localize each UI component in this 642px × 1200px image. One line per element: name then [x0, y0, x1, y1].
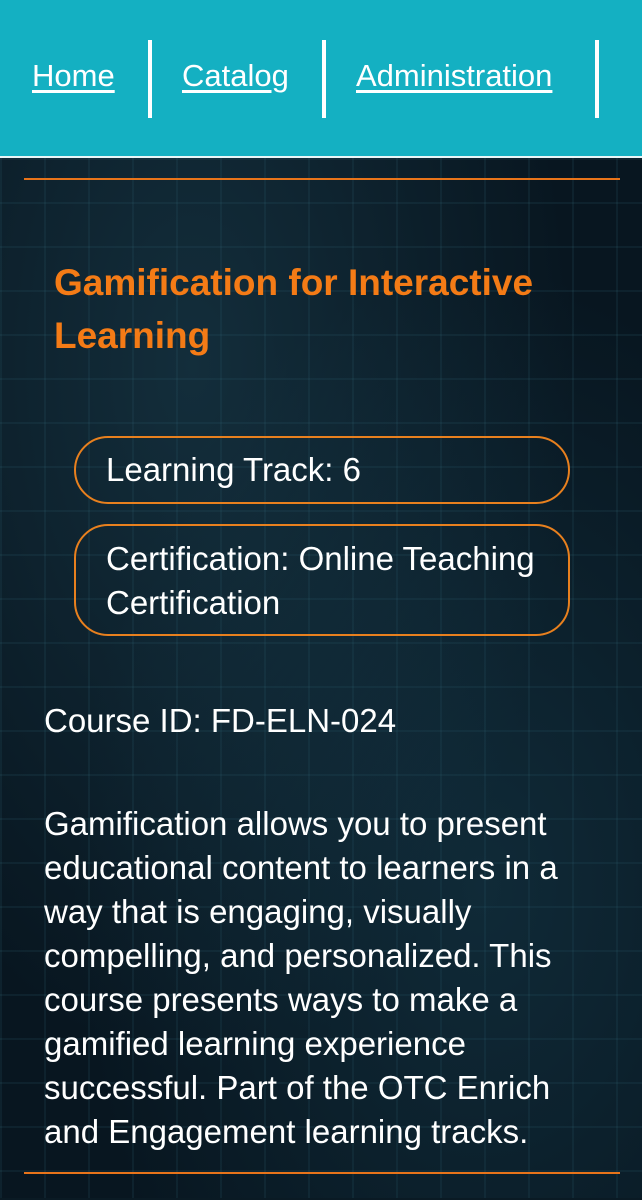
- learning-track-badge: Learning Track: 6: [74, 436, 570, 504]
- divider-bottom: [24, 1172, 620, 1174]
- nav-link-administration[interactable]: Administration: [356, 58, 552, 94]
- certification-badge: Certification: Online Teaching Certifica…: [74, 524, 570, 636]
- nav-link-home[interactable]: Home: [32, 58, 115, 94]
- nav-separator: [148, 40, 152, 118]
- course-title: Gamification for Interactive Learning: [54, 262, 534, 356]
- nav-separator: [322, 40, 326, 118]
- top-navigation: Home Catalog Administration: [0, 0, 642, 158]
- course-description: Gamification allows you to present educa…: [44, 805, 558, 1150]
- course-id: Course ID: FD-ELN-024: [44, 702, 397, 739]
- nav-separator: [595, 40, 599, 118]
- nav-link-catalog[interactable]: Catalog: [182, 58, 289, 94]
- course-detail-panel: Gamification for Interactive Learning Le…: [0, 158, 642, 1198]
- divider-top: [24, 178, 620, 180]
